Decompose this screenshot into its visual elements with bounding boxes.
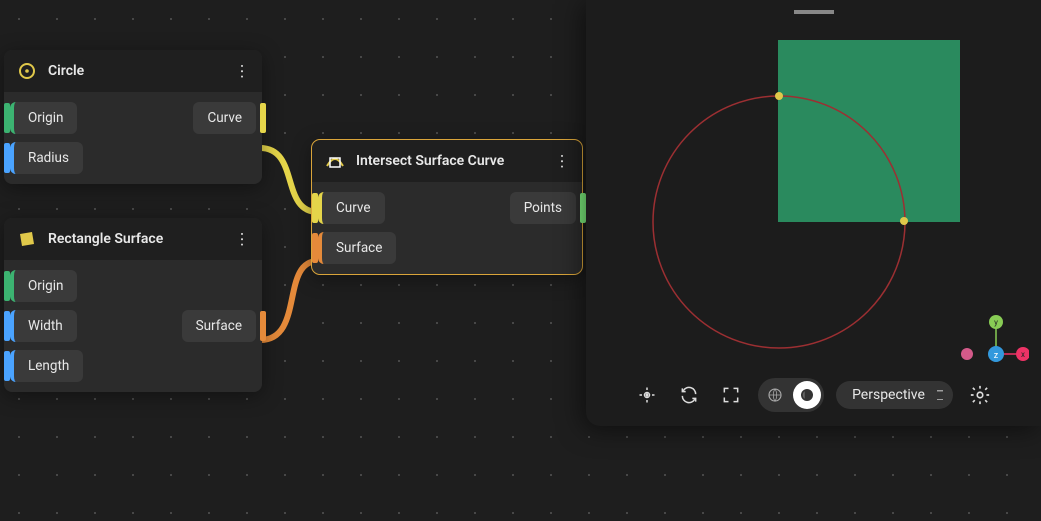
port-label: Surface (196, 318, 242, 334)
port-points[interactable]: Points (510, 192, 576, 224)
node-title: Circle (48, 63, 224, 79)
intersect-icon (324, 150, 346, 172)
port-curve[interactable]: Curve (318, 192, 385, 224)
wireframe-mode-icon[interactable] (761, 381, 789, 409)
port-width[interactable]: Width (10, 310, 77, 342)
port-origin[interactable]: Origin (10, 270, 77, 302)
node-header[interactable]: Rectangle Surface ⋯ (4, 218, 262, 260)
node-title: Intersect Surface Curve (356, 153, 544, 169)
svg-text:z: z (994, 351, 999, 361)
kebab-menu-icon[interactable]: ⋯ (239, 231, 245, 247)
settings-icon[interactable] (965, 380, 995, 410)
port-length[interactable]: Length (10, 350, 83, 382)
port-surface[interactable]: Surface (182, 310, 256, 342)
port-surface[interactable]: Surface (318, 232, 396, 264)
refresh-icon[interactable] (674, 380, 704, 410)
viewport-toolbar: Perspective (586, 378, 1041, 412)
node-header[interactable]: Intersect Surface Curve ⋯ (312, 140, 582, 182)
port-label: Origin (28, 110, 63, 126)
node-circle[interactable]: Circle ⋯ Origin Curve Radius (4, 50, 262, 184)
port-radius[interactable]: Radius (10, 142, 83, 174)
port-label: Curve (336, 200, 371, 216)
port-label: Origin (28, 278, 63, 294)
svg-text:y: y (994, 318, 998, 327)
kebab-menu-icon[interactable]: ⋯ (559, 153, 565, 169)
node-title: Rectangle Surface (48, 231, 224, 247)
port-label: Points (524, 200, 562, 216)
node-intersect-surface-curve[interactable]: Intersect Surface Curve ⋯ Curve Points S… (312, 140, 582, 274)
port-origin[interactable]: Origin (10, 102, 77, 134)
circle-icon (16, 60, 38, 82)
node-header[interactable]: Circle ⋯ (4, 50, 262, 92)
camera-mode-label: Perspective (852, 387, 925, 403)
scene-rectangle (778, 40, 960, 222)
port-label: Width (28, 318, 63, 334)
port-label: Curve (207, 110, 242, 126)
kebab-menu-icon[interactable]: ⋯ (239, 63, 245, 79)
fullscreen-icon[interactable] (716, 380, 746, 410)
port-label: Radius (28, 150, 69, 166)
camera-mode-select[interactable]: Perspective (836, 381, 953, 409)
node-rectangle-surface[interactable]: Rectangle Surface ⋯ Origin Width Surface… (4, 218, 262, 392)
intersection-point (900, 217, 908, 225)
port-label: Length (28, 358, 69, 374)
intersection-point (775, 92, 783, 100)
locate-icon[interactable] (632, 380, 662, 410)
shaded-mode-icon[interactable] (793, 381, 821, 409)
port-label: Surface (336, 240, 382, 256)
shading-mode-toggle[interactable] (758, 378, 824, 412)
viewport-panel[interactable]: z y x Perspective (586, 0, 1041, 426)
port-curve[interactable]: Curve (193, 102, 256, 134)
axis-gizmo[interactable]: z y x (949, 310, 1029, 370)
rectangle-surface-icon (16, 228, 38, 250)
svg-text:x: x (1021, 350, 1025, 359)
